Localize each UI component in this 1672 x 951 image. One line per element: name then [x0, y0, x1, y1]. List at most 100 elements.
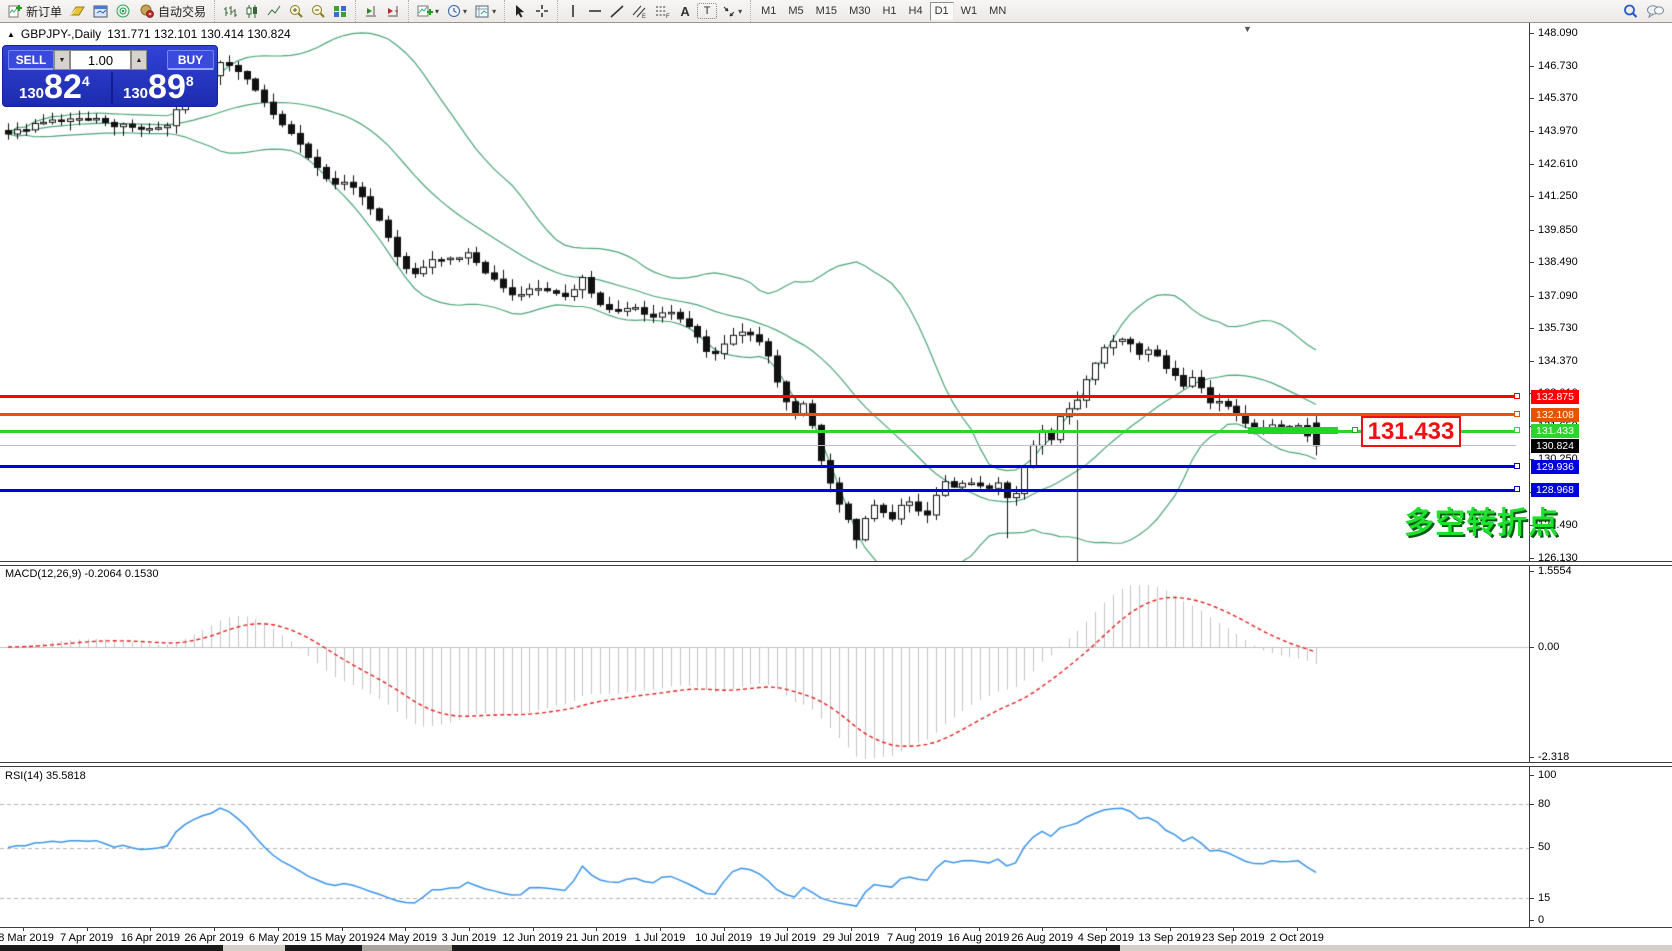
price-tick-label: 148.090: [1538, 27, 1578, 39]
macd-panel-splitter[interactable]: [0, 561, 1672, 566]
text-label-tool-icon[interactable]: T: [697, 3, 718, 19]
timeframe-button-h1[interactable]: H1: [877, 2, 901, 21]
date-axis-label: 13 Sep 2019: [1138, 932, 1201, 944]
scrollbar-segment: [0, 945, 223, 951]
line-end-handle[interactable]: [1514, 392, 1520, 399]
macd-tick-mark: [1530, 571, 1534, 572]
periods-clock-icon[interactable]: ▾: [444, 1, 470, 21]
chart-shift-icon[interactable]: [383, 1, 403, 21]
auto-scroll-icon[interactable]: [361, 1, 381, 21]
trendline-tool-icon[interactable]: [607, 1, 627, 21]
trend-segment-handle[interactable]: [1352, 427, 1358, 434]
chart-title-row: ▲ GBPJPY-,Daily 131.771 132.101 130.414 …: [7, 27, 291, 41]
rsi-tick-mark: [1530, 804, 1534, 805]
tile-windows-icon[interactable]: [330, 1, 350, 21]
line-end-handle[interactable]: [1514, 486, 1520, 493]
thick-trend-segment[interactable]: [1248, 427, 1338, 435]
candlestick-chart-icon[interactable]: [242, 1, 262, 21]
fibonacci-tool-icon[interactable]: F: [652, 1, 673, 21]
buy-price[interactable]: 130 89 8: [123, 70, 194, 106]
timeframe-button-h4[interactable]: H4: [904, 2, 928, 21]
volume-input[interactable]: 1.00: [70, 50, 131, 70]
chart-shift-marker-icon[interactable]: ▼: [1243, 24, 1252, 34]
timeframe-button-m30[interactable]: M30: [844, 2, 875, 21]
date-axis-label: 15 May 2019: [309, 932, 374, 944]
toolbar-group-lines: E F A T ▾: [557, 0, 750, 22]
line-chart-icon[interactable]: [264, 1, 284, 21]
price-callout-box[interactable]: 131.433: [1361, 416, 1461, 447]
volume-decrease-button[interactable]: ▼: [54, 50, 70, 70]
zoom-out-icon[interactable]: [308, 1, 328, 21]
timeframe-button-m15[interactable]: M15: [811, 2, 842, 21]
timeframe-button-mn[interactable]: MN: [984, 2, 1011, 21]
date-axis-label: 23 Sep 2019: [1202, 932, 1265, 944]
sell-price-big: 82: [44, 68, 82, 106]
scrollbar-thumb[interactable]: [362, 945, 452, 951]
timeframe-button-m1[interactable]: M1: [756, 2, 781, 21]
line-end-handle[interactable]: [1514, 410, 1520, 417]
horizontal-price-line[interactable]: [0, 445, 1516, 447]
vertical-line-tool-icon[interactable]: [563, 1, 583, 21]
templates-icon[interactable]: ▾: [472, 1, 499, 21]
price-tick-label: 134.370: [1538, 354, 1578, 367]
timeframe-button-d1[interactable]: D1: [929, 1, 954, 21]
macd-tick-label: 0.00: [1538, 641, 1560, 653]
horizontal-price-line[interactable]: [0, 395, 1516, 399]
date-axis-label: 16 Apr 2019: [120, 932, 181, 944]
indicators-dropdown-caret[interactable]: ▾: [435, 7, 439, 16]
price-tick-mark: [1530, 163, 1534, 165]
toolbar-group-trade: 新订单 自动交易: [0, 0, 214, 22]
horizontal-price-line[interactable]: [0, 465, 1516, 469]
auto-trading-button[interactable]: 自动交易: [136, 1, 209, 21]
collapse-arrow-icon[interactable]: ▲: [7, 30, 15, 39]
price-tick-mark: [1530, 557, 1534, 559]
price-tick-label: 139.850: [1538, 223, 1578, 236]
timeframe-button-w1[interactable]: W1: [956, 2, 983, 21]
bottom-scrollbar-strip[interactable]: [0, 945, 1672, 951]
new-order-button[interactable]: 新订单: [5, 1, 65, 21]
date-axis-label: 26 Aug 2019: [1011, 932, 1074, 944]
horizontal-price-line[interactable]: [0, 413, 1516, 417]
sell-price[interactable]: 130 82 4: [19, 70, 90, 106]
sell-button[interactable]: SELL: [8, 50, 54, 70]
crosshair-icon[interactable]: [532, 1, 552, 21]
indicators-add-icon[interactable]: ▾: [414, 1, 442, 21]
rsi-tick-mark: [1530, 920, 1534, 921]
date-axis-label: 10 Jul 2019: [695, 932, 753, 944]
ohlc-values: 131.771 132.101 130.414 130.824: [107, 27, 291, 41]
signals-radar-icon[interactable]: [113, 1, 134, 21]
chart-canvas[interactable]: [0, 0, 1672, 951]
price-tick-label: 145.370: [1538, 92, 1578, 104]
macd-tick-label: 1.5554: [1538, 565, 1572, 577]
templates-dropdown-caret[interactable]: ▾: [492, 7, 496, 16]
timeframe-button-m5[interactable]: M5: [783, 2, 808, 21]
arrows-tool-icon[interactable]: ▾: [719, 1, 745, 21]
rsi-tick-label: 0: [1538, 914, 1545, 926]
horizontal-line-tool-icon[interactable]: [585, 1, 605, 21]
price-line-label: 129.936: [1531, 459, 1579, 474]
date-axis-label: 24 May 2019: [373, 932, 437, 944]
channel-tool-icon[interactable]: E: [629, 1, 650, 21]
date-axis-label: 6 May 2019: [249, 932, 307, 944]
cursor-arrow-icon[interactable]: [510, 1, 530, 21]
zoom-in-icon[interactable]: [286, 1, 306, 21]
search-icon[interactable]: [1620, 1, 1641, 21]
bar-chart-icon[interactable]: [220, 1, 240, 21]
date-axis-label: 3 Jun 2019: [441, 932, 497, 944]
line-end-handle[interactable]: [1514, 462, 1520, 469]
volume-increase-button[interactable]: ▲: [131, 50, 147, 70]
turning-point-annotation[interactable]: 多空转折点: [1404, 498, 1559, 542]
new-order-label: 新订单: [26, 4, 63, 19]
rsi-panel-splitter[interactable]: [0, 762, 1672, 767]
periods-dropdown-caret[interactable]: ▾: [463, 7, 467, 16]
horizontal-price-line[interactable]: [0, 488, 1516, 492]
line-end-handle[interactable]: [1514, 427, 1520, 434]
favorites-book-icon[interactable]: [67, 1, 88, 21]
market-watch-icon[interactable]: [90, 1, 111, 21]
arrows-dropdown-caret[interactable]: ▾: [738, 7, 742, 16]
chat-bubbles-icon[interactable]: [1643, 1, 1667, 21]
buy-button[interactable]: BUY: [167, 50, 214, 70]
price-tick-mark: [1530, 33, 1534, 34]
text-tool-icon[interactable]: A: [675, 1, 695, 21]
date-axis-label: 1 Jul 2019: [634, 932, 686, 944]
